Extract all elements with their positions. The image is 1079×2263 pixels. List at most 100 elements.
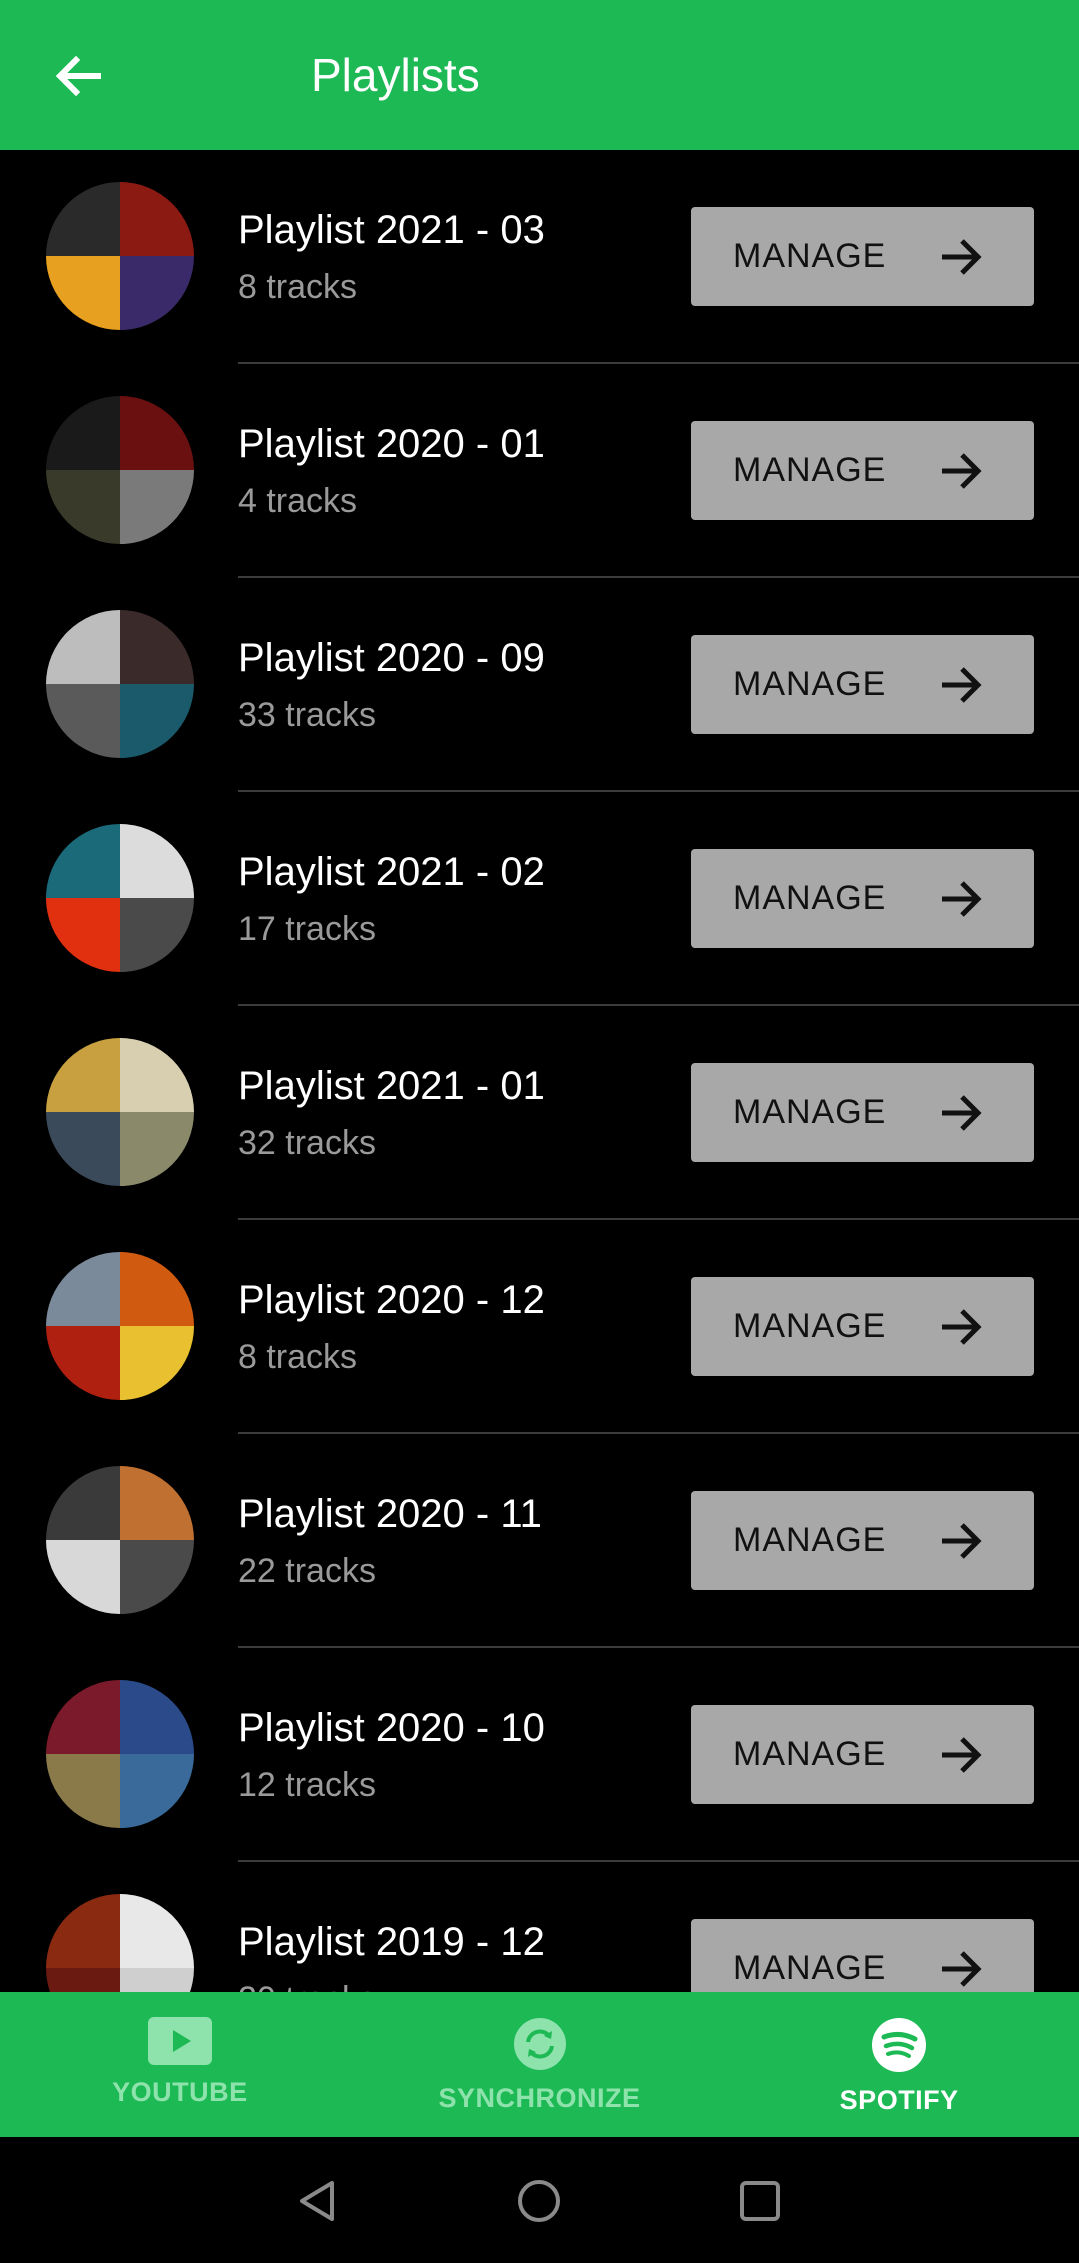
cover-tile [120,824,194,898]
playlist-track-count: 33 tracks [238,696,376,734]
app-bar: Playlists [0,0,1079,150]
playlist-track-count: 20 tracks [238,1980,376,1992]
cover-tile [120,1754,194,1828]
playlist-cover-art [46,182,194,330]
playlist-row[interactable]: Playlist 2020 - 11 22 tracks MANAGE [0,1434,1079,1648]
playlist-track-count: 4 tracks [238,482,358,520]
arrow-right-icon [942,1523,982,1559]
playlist-name: Playlist 2021 - 02 [238,850,545,894]
manage-button[interactable]: MANAGE [691,1063,1034,1162]
arrow-right-icon [942,881,982,917]
arrow-right-icon [942,453,982,489]
playlist-name: Playlist 2021 - 03 [238,208,545,252]
page-title: Playlists [311,49,480,101]
manage-button[interactable]: MANAGE [691,207,1034,306]
playlist-name: Playlist 2021 - 01 [238,1064,545,1108]
cover-tile [120,1680,194,1754]
playlist-track-count: 12 tracks [238,1766,376,1804]
back-button[interactable] [52,50,104,102]
nav-youtube-label: YOUTUBE [112,2077,248,2107]
playlist-row[interactable]: Playlist 2021 - 02 17 tracks MANAGE [0,792,1079,1006]
manage-button-label: MANAGE [733,237,887,275]
cover-tile [46,824,120,898]
manage-button[interactable]: MANAGE [691,635,1034,734]
spotify-icon [872,2018,927,2072]
playlist-row[interactable]: Playlist 2020 - 12 8 tracks MANAGE [0,1220,1079,1434]
manage-button-label: MANAGE [733,1521,887,1559]
cover-tile [46,182,120,256]
playlist-row[interactable]: Playlist 2019 - 12 20 tracks MANAGE [0,1862,1079,1992]
playlist-cover-art [46,1680,194,1828]
playlist-cover-art [46,1252,194,1400]
system-back-icon [300,2181,334,2221]
playlist-cover-art [46,1894,194,1992]
cover-tile [46,684,120,758]
cover-tile [46,1894,120,1968]
playlist-track-count: 32 tracks [238,1124,376,1162]
cover-tile [46,1252,120,1326]
cover-tile [120,1540,194,1614]
system-back-button[interactable] [294,2177,342,2225]
manage-button-label: MANAGE [733,1093,887,1131]
playlist-track-count: 8 tracks [238,1338,358,1376]
arrow-right-icon [942,1095,982,1131]
playlist-row[interactable]: Playlist 2020 - 10 12 tracks MANAGE [0,1648,1079,1862]
manage-button[interactable]: MANAGE [691,1705,1034,1804]
playlist-name: Playlist 2020 - 10 [238,1706,545,1750]
playlist-track-count: 22 tracks [238,1552,376,1590]
playlist-name: Playlist 2019 - 12 [238,1920,545,1964]
system-navigation-bar [0,2137,1079,2263]
manage-button[interactable]: MANAGE [691,849,1034,948]
cover-tile [120,470,194,544]
cover-tile [46,256,120,330]
playlist-cover-art [46,1466,194,1614]
cover-tile [120,1112,194,1186]
manage-button-label: MANAGE [733,1307,887,1345]
playlist-row[interactable]: Playlist 2020 - 01 4 tracks MANAGE [0,364,1079,578]
playlist-name: Playlist 2020 - 01 [238,422,545,466]
manage-button-label: MANAGE [733,1949,887,1987]
arrow-left-icon [55,55,101,97]
sync-icon [513,2018,566,2070]
nav-synchronize[interactable]: SYNCHRONIZE [360,1992,720,2137]
cover-tile [120,1326,194,1400]
playlist-list[interactable]: Playlist 2021 - 03 8 tracks MANAGE Playlist… [0,150,1079,1992]
cover-tile [120,1894,194,1968]
playlist-track-count: 17 tracks [238,910,376,948]
manage-button-label: MANAGE [733,665,887,703]
cover-tile [120,1968,194,1992]
cover-tile [120,396,194,470]
playlist-cover-art [46,1038,194,1186]
manage-button[interactable]: MANAGE [691,1277,1034,1376]
nav-youtube[interactable]: YOUTUBE [0,1992,360,2137]
playlist-row[interactable]: Playlist 2021 - 01 32 tracks MANAGE [0,1006,1079,1220]
cover-tile [120,1252,194,1326]
cover-tile [46,1326,120,1400]
cover-tile [120,1038,194,1112]
manage-button-label: MANAGE [733,451,887,489]
system-recents-button[interactable] [736,2177,784,2225]
playlist-row[interactable]: Playlist 2020 - 09 33 tracks MANAGE [0,578,1079,792]
cover-tile [46,1038,120,1112]
manage-button[interactable]: MANAGE [691,1491,1034,1590]
arrow-right-icon [942,1951,982,1987]
manage-button-label: MANAGE [733,1735,887,1773]
cover-tile [46,1968,120,1992]
system-home-button[interactable] [515,2177,563,2225]
playlist-name: Playlist 2020 - 11 [238,1492,542,1536]
cover-tile [120,256,194,330]
playlist-cover-art [46,610,194,758]
manage-button[interactable]: MANAGE [691,1919,1034,1992]
cover-tile [46,1466,120,1540]
playlist-row[interactable]: Playlist 2021 - 03 8 tracks MANAGE [0,150,1079,364]
arrow-right-icon [942,1309,982,1345]
youtube-icon [147,2017,212,2065]
nav-spotify[interactable]: SPOTIFY [719,1992,1079,2137]
playlist-cover-art [46,396,194,544]
cover-tile [46,898,120,972]
cover-tile [120,182,194,256]
nav-spotify-label: SPOTIFY [839,2085,959,2115]
cover-tile [120,610,194,684]
playlist-cover-art [46,824,194,972]
manage-button[interactable]: MANAGE [691,421,1034,520]
